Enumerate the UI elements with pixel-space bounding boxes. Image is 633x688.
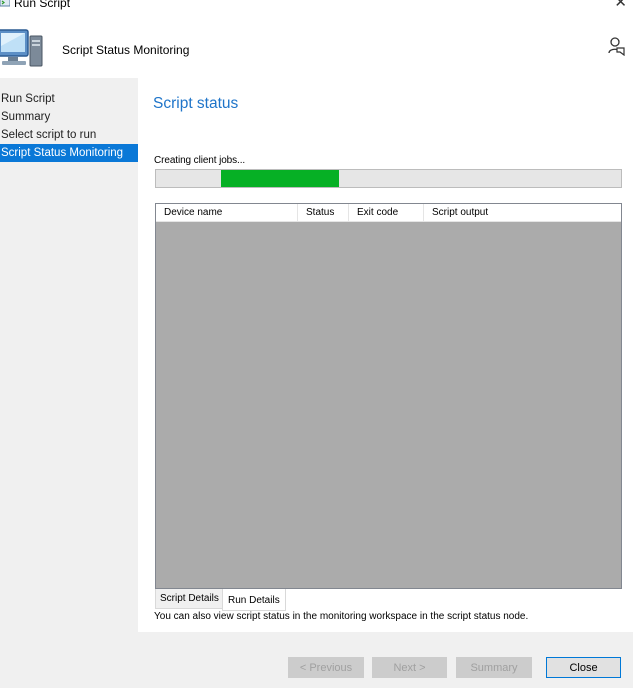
sidebar-item-summary[interactable]: Summary: [0, 108, 138, 126]
column-header-status[interactable]: Status: [298, 204, 349, 221]
sidebar-item-select-script[interactable]: Select script to run: [0, 126, 138, 144]
column-header-device-name[interactable]: Device name: [156, 204, 298, 221]
wizard-navigation-sidebar: Run Script Summary Select script to run …: [0, 78, 138, 688]
wizard-footer: < Previous Next > Summary Close: [138, 632, 633, 688]
progress-label: Creating client jobs...: [154, 155, 246, 166]
previous-button[interactable]: < Previous: [288, 657, 364, 678]
run-script-app-icon: [0, 0, 10, 7]
tab-script-details[interactable]: Script Details: [155, 589, 222, 609]
close-button[interactable]: Close: [546, 657, 621, 678]
detail-tabs: Script Details Run Details: [155, 589, 455, 611]
table-header: Device name Status Exit code Script outp…: [156, 204, 621, 222]
progress-bar-fill: [221, 170, 339, 187]
tab-run-details[interactable]: Run Details: [222, 589, 286, 611]
next-button[interactable]: Next >: [372, 657, 447, 678]
progress-bar: [155, 169, 622, 188]
title-bar: Run Script ✕: [0, 0, 633, 14]
feedback-icon[interactable]: [607, 36, 625, 56]
info-text: You can also view script status in the m…: [154, 611, 529, 622]
page-title: Script Status Monitoring: [62, 43, 190, 57]
window-close-button[interactable]: ✕: [614, 0, 627, 10]
column-header-script-output[interactable]: Script output: [424, 204, 621, 221]
column-header-exit-code[interactable]: Exit code: [349, 204, 424, 221]
summary-button[interactable]: Summary: [456, 657, 532, 678]
script-results-table[interactable]: Device name Status Exit code Script outp…: [155, 203, 622, 589]
section-title: Script status: [153, 95, 239, 112]
computer-monitor-icon: [0, 29, 43, 67]
main-content: Script status Creating client jobs... De…: [138, 78, 633, 632]
window-title: Run Script: [14, 0, 71, 10]
sidebar-item-script-status-monitoring[interactable]: Script Status Monitoring: [0, 144, 138, 162]
wizard-header: Script Status Monitoring: [0, 14, 633, 78]
sidebar-item-run-script[interactable]: Run Script: [0, 90, 138, 108]
